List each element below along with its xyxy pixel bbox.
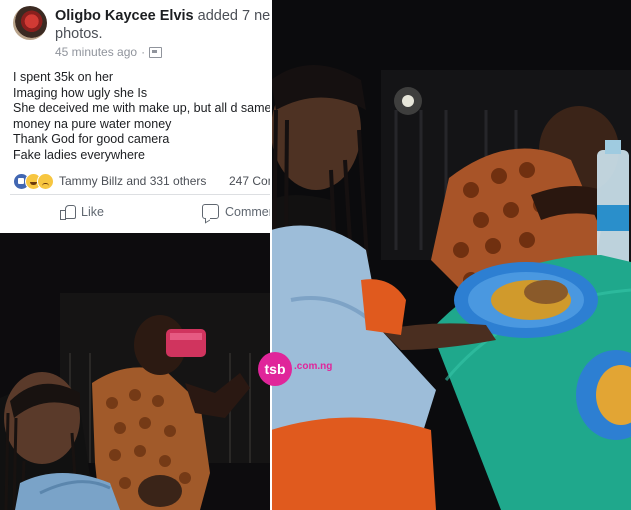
photo-bottom-left-image (0, 233, 271, 510)
sad-reaction-icon (37, 173, 54, 190)
facebook-post-card: Oligbo Kaycee Elvis added 7 new photos. … (0, 0, 271, 232)
post-title: Oligbo Kaycee Elvis added 7 new photos. (55, 7, 271, 43)
reaction-names[interactable]: Tammy Billz and 331 others (59, 174, 206, 188)
photo-right[interactable] (271, 0, 631, 510)
like-button[interactable]: Like (60, 204, 104, 220)
post-body: I spent 35k on her Imaging how ugly she … (13, 70, 271, 163)
avatar[interactable] (13, 6, 47, 40)
public-globe-icon (149, 46, 163, 58)
post-line: money na pure water money (13, 116, 172, 131)
divider (10, 194, 271, 195)
photo-bottom-left[interactable] (0, 233, 271, 510)
photo-divider (270, 0, 272, 510)
comment-bubble-icon (202, 204, 219, 219)
post-line: I spent 35k on her (13, 70, 114, 84)
post-line: Thank God for good camera (13, 132, 170, 146)
thumbs-up-icon (60, 204, 76, 220)
photo-right-image (271, 0, 631, 510)
watermark-logo-mark: tsb (258, 352, 292, 386)
comment-button-label: Commen (225, 204, 271, 219)
post-meta: 45 minutes ago · (55, 45, 163, 59)
watermark-logo: tsb .com.ng (258, 352, 332, 386)
post-line: Fake ladies everywhere (13, 147, 146, 162)
reaction-icons[interactable] (13, 173, 57, 190)
post-header: Oligbo Kaycee Elvis added 7 new photos. … (13, 6, 271, 59)
like-button-label: Like (81, 204, 104, 219)
reactions-bar: Tammy Billz and 331 others 247 Com (13, 172, 271, 190)
comment-count[interactable]: 247 Com (229, 174, 271, 188)
watermark-suffix: .com.ng (294, 361, 333, 372)
post-line: Imaging how ugly she Is (13, 85, 148, 100)
post-line: She deceived me with make up, but all d … (13, 101, 271, 115)
comment-button[interactable]: Commen (202, 204, 271, 219)
post-timestamp[interactable]: 45 minutes ago (55, 45, 137, 59)
author-name[interactable]: Oligbo Kaycee Elvis (55, 8, 194, 24)
